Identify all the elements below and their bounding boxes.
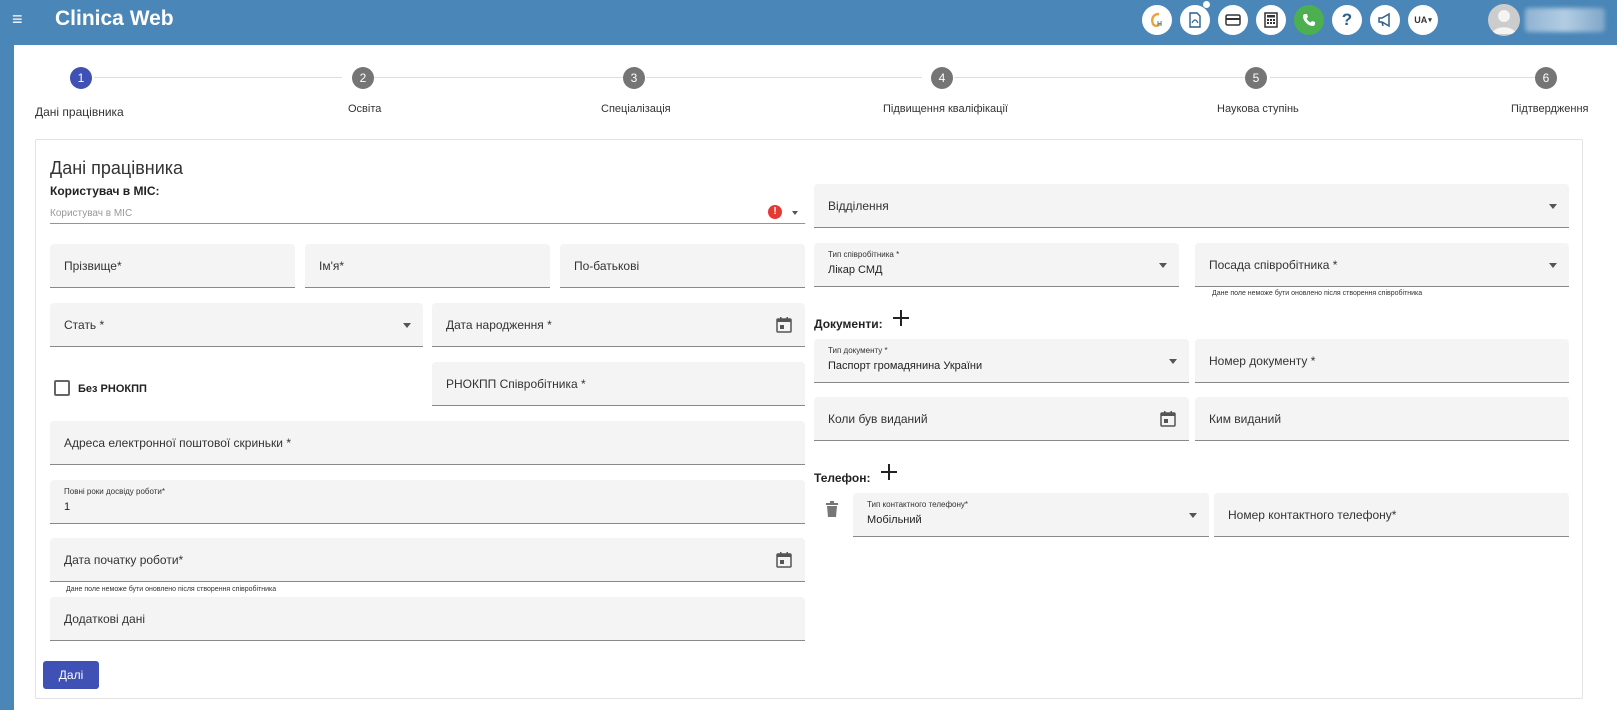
phone-number-placeholder: Номер контактного телефону* [1228, 507, 1397, 522]
step-connector [94, 77, 342, 78]
patronymic-field[interactable]: По-батькові [560, 244, 805, 288]
step-1-label[interactable]: Дані працівника [35, 105, 124, 119]
documents-label: Документи: [814, 317, 883, 331]
step-connector [1270, 77, 1540, 78]
phone-label: Телефон: [814, 471, 871, 485]
name-placeholder: Ім'я* [319, 258, 345, 273]
card-icon[interactable] [1218, 5, 1248, 35]
avatar[interactable] [1488, 4, 1520, 36]
calendar-icon[interactable] [1159, 410, 1177, 428]
language-selector[interactable]: UA ▾ [1408, 5, 1438, 35]
rnokpp-placeholder: РНОКПП Співробітника * [446, 376, 586, 391]
position-hint: Дане поле неможе бути оновлено після ств… [1212, 290, 1423, 297]
app-title: Clinica Web [55, 7, 174, 30]
work-start-date-field[interactable]: Дата початку роботи* [50, 538, 805, 582]
calendar-icon[interactable] [775, 316, 793, 334]
section-title: Дані працівника [50, 158, 184, 178]
position-placeholder: Посада співробітника * [1209, 257, 1338, 272]
step-6-label[interactable]: Підтвердження [1511, 103, 1589, 115]
mis-placeholder: Користувач в МІС [50, 208, 133, 219]
department-placeholder: Відділення [828, 198, 889, 213]
position-select[interactable]: Посада співробітника * [1195, 243, 1569, 287]
chevron-down-icon [1159, 262, 1167, 268]
issued-by-field[interactable]: Ким виданий [1195, 397, 1569, 441]
step-5-label[interactable]: Наукова ступінь [1217, 103, 1299, 115]
pdf-icon[interactable] [1180, 5, 1210, 35]
mis-label: Користувач в МІС: [50, 184, 160, 198]
no-rnokpp-checkbox[interactable] [54, 380, 70, 396]
email-placeholder: Адреса електронної поштової скриньки * [64, 435, 292, 450]
experience-field[interactable]: Повні роки досвіду роботи* 1 [50, 480, 805, 524]
step-3-label[interactable]: Спеціалізація [601, 103, 671, 115]
step-5-circle[interactable]: 5 [1245, 67, 1267, 89]
error-icon: ! [768, 205, 782, 219]
menu-icon[interactable]: ≡ [12, 9, 28, 29]
phone-icon[interactable] [1294, 5, 1324, 35]
language-label: UA [1414, 15, 1428, 25]
birth-date-placeholder: Дата народження * [446, 317, 552, 332]
step-1-circle[interactable]: 1 [70, 67, 92, 89]
chevron-down-icon [1549, 262, 1557, 268]
calendar-icon[interactable] [775, 551, 793, 569]
step-connector [646, 77, 922, 78]
email-field[interactable]: Адреса електронної поштової скриньки * [50, 421, 805, 465]
step-connector [374, 77, 624, 78]
additional-placeholder: Додаткові дані [64, 611, 145, 626]
surname-placeholder: Прізвище* [64, 258, 122, 273]
document-type-select[interactable]: Тип документу * Паспорт громадянина Укра… [814, 339, 1189, 383]
document-type-label: Тип документу * [828, 346, 888, 355]
issued-by-placeholder: Ким виданий [1209, 411, 1282, 426]
employee-type-select[interactable]: Тип співробітника * Лікар СМД [814, 243, 1179, 287]
chevron-down-icon [1169, 358, 1177, 364]
issued-date-placeholder: Коли був виданий [828, 411, 928, 426]
phone-type-value: Мобільний [867, 514, 922, 526]
user-name-blurred[interactable] [1525, 8, 1605, 32]
employee-type-value: Лікар СМД [828, 264, 883, 276]
issued-date-field[interactable]: Коли був виданий [814, 397, 1189, 441]
phone-number-field[interactable]: Номер контактного телефону* [1214, 493, 1569, 537]
chevron-down-icon [1549, 203, 1557, 209]
phone-type-label: Тип контактного телефону* [867, 500, 969, 509]
phone-type-select[interactable]: Тип контактного телефону* Мобільний [853, 493, 1209, 537]
calculator-icon[interactable] [1256, 5, 1286, 35]
step-2-label[interactable]: Освіта [348, 103, 381, 115]
add-document-button[interactable] [893, 310, 909, 326]
work-start-hint: Дане поле неможе бути оновлено після ств… [66, 586, 277, 593]
employee-type-label: Тип співробітника * [828, 250, 900, 259]
gender-placeholder: Стать * [64, 317, 105, 332]
name-field[interactable]: Ім'я* [305, 244, 550, 288]
svg-text:H: H [1157, 21, 1162, 28]
step-3-circle[interactable]: 3 [623, 67, 645, 89]
surname-field[interactable]: Прізвище* [50, 244, 295, 288]
top-app-bar: ≡ Clinica Web H ? UA ▾ [0, 0, 1617, 40]
additional-data-field[interactable]: Додаткові дані [50, 597, 805, 641]
step-4-circle[interactable]: 4 [931, 67, 953, 89]
birth-date-field[interactable]: Дата народження * [432, 303, 805, 347]
patronymic-placeholder: По-батькові [574, 258, 640, 273]
department-select[interactable]: Відділення [814, 184, 1569, 228]
mis-user-select[interactable]: Користувач в МІС ! [50, 199, 805, 224]
gender-select[interactable]: Стать * [50, 303, 423, 347]
megaphone-icon[interactable] [1370, 5, 1400, 35]
step-connector [954, 77, 1254, 78]
chevron-down-icon[interactable] [792, 211, 798, 215]
document-number-placeholder: Номер документу * [1209, 353, 1316, 368]
logo-icon[interactable]: H [1142, 5, 1172, 35]
trash-icon[interactable] [825, 501, 839, 517]
next-button[interactable]: Далі [43, 661, 99, 689]
experience-label: Повні роки досвіду роботи* [64, 487, 165, 496]
document-number-field[interactable]: Номер документу * [1195, 339, 1569, 383]
chevron-down-icon [403, 322, 411, 328]
step-6-circle[interactable]: 6 [1535, 67, 1557, 89]
experience-value: 1 [64, 501, 71, 513]
no-rnokpp-label: Без РНОКПП [78, 383, 147, 395]
document-type-value: Паспорт громадянина України [828, 360, 983, 372]
step-2-circle[interactable]: 2 [352, 67, 374, 89]
rnokpp-field[interactable]: РНОКПП Співробітника * [432, 362, 805, 406]
help-icon[interactable]: ? [1332, 5, 1362, 35]
work-start-placeholder: Дата початку роботи* [64, 552, 184, 567]
step-4-label[interactable]: Підвищення кваліфікації [883, 103, 1008, 115]
chevron-down-icon [1189, 512, 1197, 518]
add-phone-button[interactable] [881, 464, 897, 480]
